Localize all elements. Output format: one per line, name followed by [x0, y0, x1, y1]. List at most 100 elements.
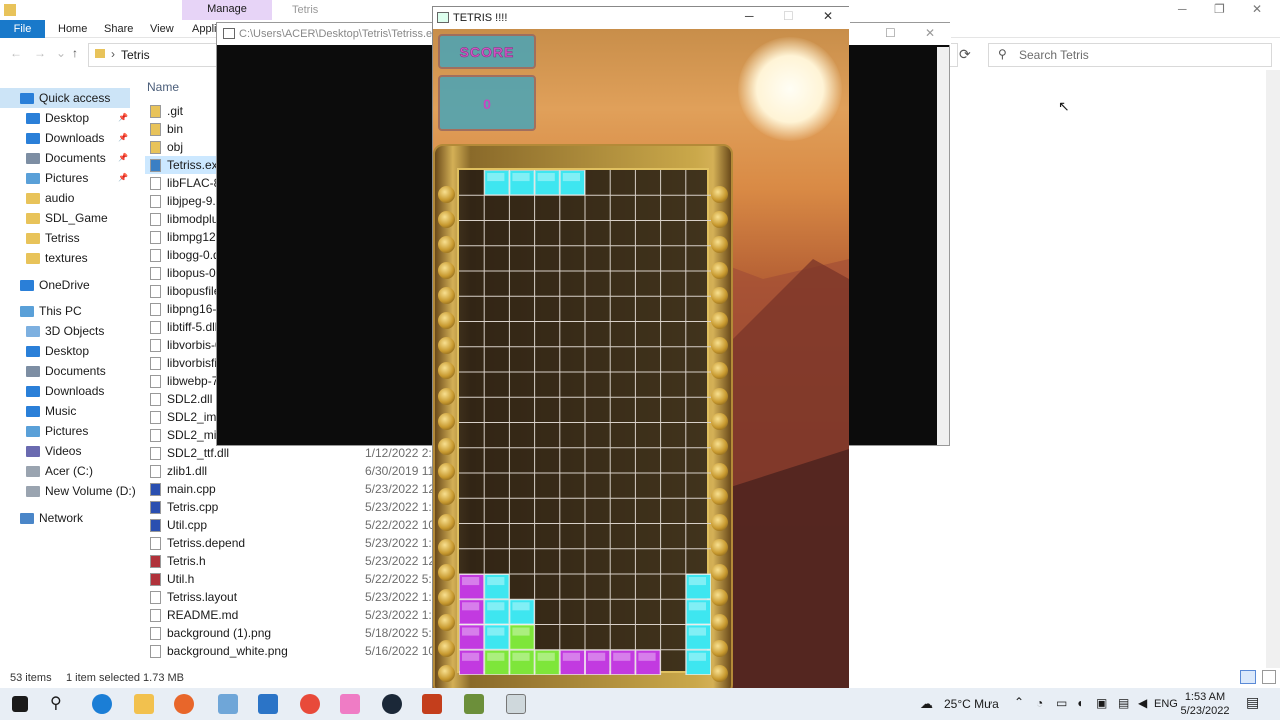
network-app-icon[interactable] [218, 694, 238, 714]
search-input[interactable]: Search Tetris [988, 43, 1272, 67]
display-icon[interactable]: ▣ [1096, 696, 1107, 710]
minecraft-icon[interactable] [464, 694, 484, 714]
sidebar-item-new-volume-d-[interactable]: New Volume (D:) [0, 481, 136, 501]
tetris-taskbar-icon[interactable] [506, 694, 526, 714]
tetris-window[interactable]: TETRIS !!!! ─ ☐ ✕ SCORE 0 [432, 6, 850, 695]
sidebar-item-3d-objects[interactable]: 3D Objects [0, 321, 130, 341]
close-icon[interactable]: ✕ [925, 26, 935, 40]
edge-icon[interactable] [92, 694, 112, 714]
details-view-icon[interactable] [1240, 670, 1256, 684]
maximize-icon[interactable]: ☐ [783, 9, 794, 23]
weather-text[interactable]: 25°C Mưa [944, 688, 999, 720]
sidebar-item-network[interactable]: Network [0, 508, 130, 528]
battery-icon[interactable]: ▭ [1056, 696, 1067, 710]
search-icon[interactable]: ⚲ [50, 694, 70, 714]
pin-icon[interactable]: 📌 [118, 168, 128, 188]
sidebar-item-downloads[interactable]: Downloads 📌 [0, 128, 130, 148]
maximize-icon[interactable]: ❐ [1214, 2, 1225, 16]
pin-icon[interactable]: 📌 [118, 108, 128, 128]
sidebar-item-quick-access[interactable]: Quick access [0, 88, 130, 108]
sidebar-item-this-pc[interactable]: This PC [0, 301, 130, 321]
breadcrumb[interactable]: Tetris [121, 48, 150, 62]
block-highlight [613, 652, 631, 661]
column-header-name[interactable]: Name [147, 80, 179, 94]
sidebar-item-documents[interactable]: Documents 📌 [0, 148, 130, 168]
search-icon: ⚲ [998, 47, 1007, 61]
firefox-icon[interactable] [174, 694, 194, 714]
language-indicator[interactable]: ENG [1154, 688, 1178, 720]
file-row[interactable]: Tetris.h 5/23/2022 12:0 [145, 552, 435, 570]
game-canvas[interactable]: SCORE 0 [433, 29, 849, 695]
windows-start-icon[interactable] [12, 696, 28, 712]
file-row[interactable]: SDL2_ttf.dll 1/12/2022 2:22 [145, 444, 435, 462]
close-icon[interactable]: ✕ [823, 9, 833, 23]
wifi-icon[interactable]: ◔ [1036, 696, 1043, 710]
file-row[interactable]: Util.cpp 5/22/2022 10:0 [145, 516, 435, 534]
desktop-icon [26, 113, 40, 125]
sidebar-item-textures[interactable]: textures [0, 248, 130, 268]
mail-icon[interactable] [258, 694, 278, 714]
speaker-icon[interactable]: ◀ [1138, 696, 1147, 710]
sidebar-item-tetriss[interactable]: Tetriss [0, 228, 130, 248]
notifications-icon[interactable]: ▤ [1246, 694, 1259, 711]
sidebar-item-downloads[interactable]: Downloads [0, 381, 130, 401]
frame-stud-icon [438, 412, 455, 430]
recent-icon[interactable]: ⌄ [56, 46, 66, 60]
tab-share[interactable]: Share [104, 20, 133, 38]
forward-icon[interactable]: → [34, 46, 46, 60]
sidebar-item-desktop[interactable]: Desktop [0, 341, 130, 361]
tab-manage[interactable]: Manage [182, 0, 272, 20]
back-icon[interactable]: ← [10, 46, 22, 60]
sidebar-item-music[interactable]: Music [0, 401, 130, 421]
file-row[interactable]: background_white.png 5/16/2022 10:0 [145, 642, 435, 660]
file-row[interactable]: main.cpp 5/23/2022 12:3 [145, 480, 435, 498]
chevron-up-icon[interactable]: ⌃ [1014, 695, 1024, 709]
chrome-icon[interactable] [300, 694, 320, 714]
steam-icon[interactable] [382, 694, 402, 714]
tab-view[interactable]: View [150, 20, 174, 38]
file-explorer-icon[interactable] [134, 694, 154, 714]
maximize-icon[interactable]: ☐ [885, 26, 896, 40]
pin-icon[interactable]: 📌 [118, 148, 128, 168]
tab-file[interactable]: File [0, 20, 45, 38]
sidebar-item-videos[interactable]: Videos [0, 441, 130, 461]
close-icon[interactable]: ✕ [1252, 2, 1262, 16]
dll-file-icon [150, 177, 161, 191]
documents-icon [26, 153, 40, 165]
volume-icon[interactable]: ◖ [1076, 696, 1083, 710]
pin-icon[interactable]: 📌 [118, 128, 128, 148]
file-row[interactable]: Tetriss.layout 5/23/2022 1:20 [145, 588, 435, 606]
file-row[interactable]: Util.h 5/22/2022 5:34 [145, 570, 435, 588]
network-tray-icon[interactable]: ▤ [1118, 696, 1129, 710]
sidebar-item-pictures[interactable]: Pictures [0, 421, 130, 441]
console-scrollbar[interactable] [937, 47, 949, 445]
sidebar-item-pictures[interactable]: Pictures 📌 [0, 168, 130, 188]
file-row[interactable]: zlib1.dll 6/30/2019 11:52 [145, 462, 435, 480]
sidebar-item-documents[interactable]: Documents [0, 361, 130, 381]
codeblocks-icon[interactable] [340, 694, 360, 714]
file-row[interactable]: README.md 5/23/2022 1:30 [145, 606, 435, 624]
sidebar-item-desktop[interactable]: Desktop 📌 [0, 108, 130, 128]
score-label: SCORE [459, 44, 515, 61]
up-icon[interactable]: ↑ [72, 46, 78, 60]
sidebar-item-sdl-game[interactable]: SDL_Game [0, 208, 130, 228]
png-file-icon [150, 627, 161, 641]
sidebar-item-onedrive[interactable]: OneDrive [0, 275, 130, 295]
sidebar-item-acer-c-[interactable]: Acer (C:) [0, 461, 130, 481]
sidebar-item-audio[interactable]: audio [0, 188, 130, 208]
file-name: background_white.png [167, 644, 288, 658]
minimize-icon[interactable]: ─ [1178, 2, 1187, 16]
dll-file-icon [150, 321, 161, 335]
file-row[interactable]: Tetriss.depend 5/23/2022 1:19 [145, 534, 435, 552]
powerpoint-icon[interactable] [422, 694, 442, 714]
scrollbar[interactable] [1266, 70, 1280, 668]
clock[interactable]: 1:53 AM 5/23/2022 [1176, 690, 1234, 718]
large-icons-view-icon[interactable] [1262, 670, 1276, 684]
refresh-icon[interactable]: ⟳ [959, 46, 971, 63]
sidebar-item-label: Quick access [39, 91, 111, 105]
pictures-icon [26, 173, 40, 185]
tab-home[interactable]: Home [58, 20, 87, 38]
file-row[interactable]: background (1).png 5/18/2022 5:13 [145, 624, 435, 642]
file-row[interactable]: Tetris.cpp 5/23/2022 1:20 [145, 498, 435, 516]
minimize-icon[interactable]: ─ [745, 9, 754, 23]
